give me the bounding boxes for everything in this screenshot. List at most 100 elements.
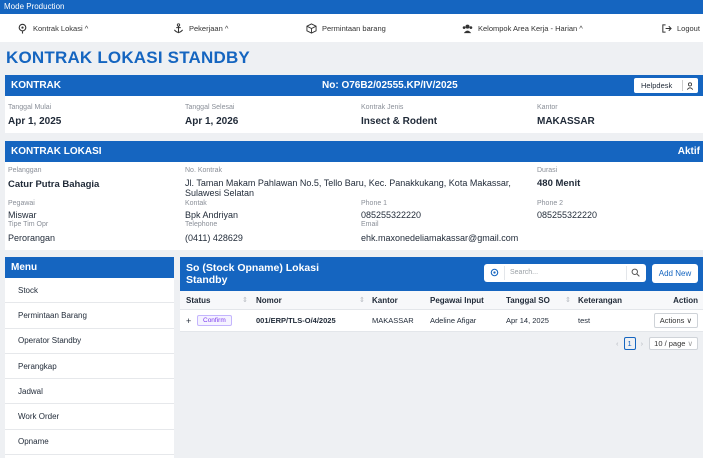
- mode-bar: Mode Production: [0, 0, 703, 14]
- top-navigation: Kontrak Lokasi ^ Pekerjaan ^ Permintaan …: [0, 14, 703, 42]
- stock-opname-header: So (Stock Opname) Lokasi Standby Search.…: [180, 257, 703, 291]
- kontrak-lokasi-header: KONTRAK LOKASI Aktif: [5, 141, 703, 162]
- nav-permintaan-barang-label: Permintaan barang: [322, 23, 386, 33]
- helpdesk-divider: [682, 80, 683, 91]
- column-nomor-label: Nomor: [256, 295, 282, 305]
- menu-item-jadwal[interactable]: Jadwal: [5, 379, 174, 405]
- action-cell: Actions ∨: [653, 310, 698, 331]
- durasi-label: Durasi: [537, 167, 558, 174]
- menu-item-operator-standby[interactable]: Operator Standby: [5, 329, 174, 354]
- nav-permintaan-barang[interactable]: Permintaan barang: [306, 14, 386, 42]
- kontrak-header-title: KONTRAK: [11, 80, 61, 91]
- column-keterangan-label: Keterangan: [578, 295, 623, 305]
- column-pegawai-input-label: Pegawai Input: [430, 295, 484, 305]
- search-icon[interactable]: [631, 268, 640, 277]
- kontrak-number: No: O76B2/02555.KP/IV/2025: [322, 80, 458, 91]
- nav-kontrak-lokasi-label: Kontrak Lokasi ^: [33, 23, 89, 33]
- alamat-line2: Sulawesi Selatan: [185, 188, 255, 198]
- no-kontrak-label: No. Kontrak: [185, 167, 222, 174]
- tanggal-cell: Apr 14, 2025: [506, 316, 549, 325]
- phone2-value: 085255322220: [537, 210, 598, 220]
- column-action: Action: [673, 291, 698, 309]
- tanggal-mulai-value: Apr 1, 2025: [8, 116, 62, 127]
- kontrak-jenis-label: Kontrak Jenis: [361, 104, 404, 111]
- phone1-label: Phone 1: [361, 200, 388, 207]
- kontrak-jenis-value: Insect & Rodent: [361, 116, 438, 127]
- kantor-cell: MAKASSAR: [372, 316, 414, 325]
- sort-icon[interactable]: ⇕: [565, 291, 571, 309]
- logout-icon: [662, 23, 672, 33]
- search-input[interactable]: Search...: [484, 264, 646, 282]
- helpdesk-label: Helpdesk: [641, 81, 673, 90]
- add-new-button[interactable]: Add New: [652, 264, 698, 283]
- column-keterangan[interactable]: Keterangan: [578, 291, 622, 309]
- column-pegawai-input[interactable]: Pegawai Input: [430, 291, 484, 309]
- column-tanggal-so[interactable]: Tanggal SO: [506, 291, 550, 309]
- nav-kelompok-area[interactable]: Kelompok Area Kerja - Harian ^: [462, 14, 583, 42]
- nav-kontrak-lokasi[interactable]: Kontrak Lokasi ^: [17, 14, 88, 42]
- kantor-value: MAKASSAR: [537, 116, 595, 127]
- nomor-cell: 001/ERP/TLS-O/4/2025: [256, 316, 336, 325]
- menu-item-opname[interactable]: Opname: [5, 430, 174, 456]
- menu-header: Menu: [5, 257, 174, 278]
- nav-pekerjaan[interactable]: Pekerjaan ^: [173, 14, 228, 42]
- kontak-label: Kontak: [185, 200, 207, 207]
- actions-label: Actions: [659, 316, 685, 325]
- helpdesk-button[interactable]: Helpdesk: [634, 78, 698, 93]
- email-value: ehk.maxonedeliamakassar@gmail.com: [361, 233, 519, 243]
- pelanggan-value: Catur Putra Bahagia: [8, 179, 100, 190]
- page-size-select[interactable]: 10 / page ∨: [649, 337, 699, 350]
- kontrak-details: Tanggal Mulai Apr 1, 2025 Tanggal Selesa…: [5, 96, 703, 133]
- anchor-icon: [173, 22, 184, 33]
- column-action-label: Action: [673, 295, 698, 305]
- logout-label: Logout: [677, 23, 700, 33]
- stock-opname-table: Status ⇕ Nomor ⇕ Kantor Pegawai Input Ta…: [180, 291, 703, 332]
- telephone-label: Telephone: [185, 221, 218, 228]
- kantor-label: Kantor: [537, 104, 558, 111]
- chevron-down-icon: ∨: [687, 339, 694, 348]
- next-page-icon[interactable]: ›: [641, 339, 644, 348]
- stock-opname-title-line2: Standby: [186, 274, 228, 286]
- email-label: Email: [361, 221, 379, 228]
- team-icon: [462, 24, 473, 33]
- tanggal-mulai-label: Tanggal Mulai: [8, 104, 52, 111]
- chevron-down-icon: ∨: [686, 316, 693, 325]
- sort-icon[interactable]: ⇕: [359, 291, 365, 309]
- page-number-button[interactable]: 1: [623, 337, 636, 350]
- menu-item-stock[interactable]: Stock: [5, 278, 174, 304]
- search-divider: [504, 266, 505, 280]
- pegawai-value: Miswar: [8, 210, 37, 220]
- search-button-divider: [626, 266, 627, 280]
- alamat-line1: Jl. Taman Makam Pahlawan No.5, Tello Bar…: [185, 178, 511, 188]
- stock-opname-title: So (Stock Opname) Lokasi Standby: [186, 262, 336, 286]
- status-badge: Aktif: [677, 146, 700, 157]
- durasi-value: 480 Menit: [537, 178, 581, 189]
- nav-pekerjaan-label: Pekerjaan ^: [189, 23, 229, 33]
- menu-item-perangkap[interactable]: Perangkap: [5, 354, 174, 380]
- kontrak-lokasi-header-title: KONTRAK LOKASI: [11, 146, 102, 157]
- keterangan-cell: test: [578, 316, 591, 325]
- kontrak-lokasi-details: Pelanggan Catur Putra Bahagia No. Kontra…: [5, 162, 703, 250]
- kontrak-header: KONTRAK No: O76B2/02555.KP/IV/2025 Helpd…: [5, 75, 703, 96]
- confirm-badge: Confirm: [197, 315, 232, 326]
- menu-item-work-order[interactable]: Work Order: [5, 404, 174, 430]
- menu-item-permintaan-barang[interactable]: Permintaan Barang: [5, 303, 174, 329]
- phone1-value: 085255322220: [361, 210, 422, 220]
- tipe-tim-label: Tipe Tim Opr: [8, 221, 49, 228]
- column-status[interactable]: Status: [186, 291, 210, 309]
- pagination: ‹ 1 › 10 / page ∨: [616, 337, 699, 350]
- logout-button[interactable]: Logout: [661, 14, 700, 42]
- user-icon: [686, 81, 694, 90]
- column-tanggal-so-label: Tanggal SO: [506, 295, 550, 305]
- settings-icon: [490, 268, 499, 277]
- tanggal-selesai-label: Tanggal Selesai: [185, 104, 235, 111]
- sort-icon[interactable]: ⇕: [242, 291, 248, 309]
- column-nomor[interactable]: Nomor: [256, 291, 282, 309]
- column-kantor[interactable]: Kantor: [372, 291, 398, 309]
- menu-panel: Menu Stock Permintaan Barang Operator St…: [5, 257, 174, 458]
- pegawai-cell: Adeline Afigar: [430, 316, 477, 325]
- prev-page-icon[interactable]: ‹: [616, 339, 619, 348]
- actions-dropdown[interactable]: Actions ∨: [653, 313, 698, 328]
- expand-row-button[interactable]: +: [186, 310, 191, 331]
- location-pin-icon: [18, 23, 27, 34]
